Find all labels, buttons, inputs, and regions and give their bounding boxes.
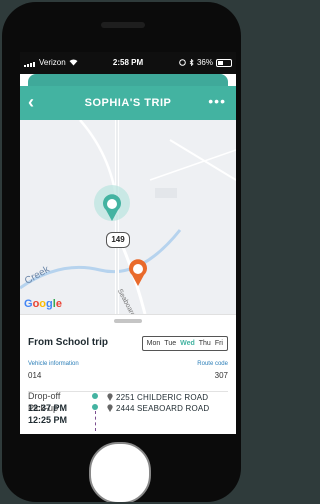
day-thu[interactable]: Thu [197,340,213,347]
app-screen: Verizon 2:58 PM 36% ‹ SOPHIA'S TRIP ••• … [20,52,236,434]
battery-icon [216,58,232,67]
page-title: SOPHIA'S TRIP [84,97,172,109]
vehicle-value: 014 [28,371,42,380]
more-horizontal-icon[interactable]: ••• [208,93,226,109]
trip-details-sheet: From School trip Mon Tue Wed Thu Fri Veh… [20,314,236,434]
sheet-drag-handle[interactable] [114,319,142,323]
day-fri[interactable]: Fri [213,340,225,347]
map-view[interactable]: 149 Creek Seaboard Road Google [20,120,236,314]
pickup-label: Pick-up [28,403,59,413]
battery-label: 36% [196,58,213,67]
day-mon[interactable]: Mon [145,340,163,347]
school-marker-icon[interactable] [106,190,118,202]
weekday-selector: Mon Tue Wed Thu Fri [141,336,228,351]
school-marker-icon[interactable] [132,263,144,275]
divider [28,391,228,392]
trip-name: From School trip [28,337,108,348]
vehicle-label: Vehicle information [28,361,79,367]
day-tue[interactable]: Tue [162,340,178,347]
map-canvas [20,120,236,314]
status-right: 36% [179,58,232,67]
route-code-value: 307 [214,371,228,380]
route-shield: 149 [106,232,130,248]
location-pin-icon [107,404,113,412]
home-button[interactable] [89,442,151,502]
route-code-label: Route code [197,361,228,367]
google-logo: Google [24,298,62,310]
speaker-grille [101,22,145,28]
status-bar: Verizon 2:58 PM 36% [20,52,236,74]
pickup-address: 2444 SEABOARD ROAD [116,404,210,413]
alarm-icon [179,59,186,66]
bluetooth-icon [189,59,194,66]
pickup-time: 12:25 PM [28,415,68,425]
phone-frame: Verizon 2:58 PM 36% ‹ SOPHIA'S TRIP ••• … [2,2,241,502]
day-wed[interactable]: Wed [178,340,197,347]
app-header: ‹ SOPHIA'S TRIP ••• [20,86,236,120]
route-connector [95,411,96,431]
pickup-dot-icon [92,404,98,410]
